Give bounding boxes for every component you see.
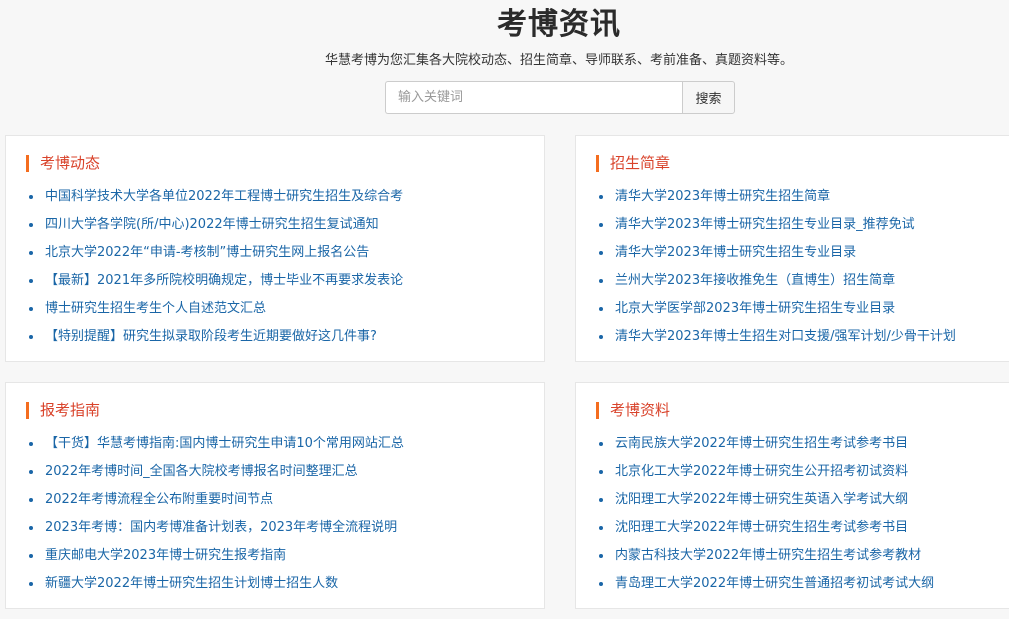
news-link[interactable]: 内蒙古科技大学2022年博士研究生招生考试参考教材 [615,542,921,570]
news-list: 清华大学2023年博士研究生招生简章 清华大学2023年博士研究生招生专业目录_… [599,183,956,351]
bullet-icon [599,554,603,558]
bullet-icon [29,335,33,339]
bullet-icon [29,307,33,311]
bullet-icon [599,526,603,530]
list-item: 博士研究生招生考生个人自述范文汇总 [29,295,403,323]
news-link[interactable]: 重庆邮电大学2023年博士研究生报考指南 [45,542,286,570]
news-link[interactable]: 【特别提醒】研究生拟录取阶段考生近期要做好这几件事? [45,323,377,351]
bullet-icon [599,582,603,586]
list-item: 2023年考博：国内考博准备计划表，2023年考博全流程说明 [29,514,404,542]
list-item: 北京化工大学2022年博士研究生公开招考初试资料 [599,458,934,486]
news-link[interactable]: 清华大学2023年博士研究生招生专业目录_推荐免试 [615,211,915,239]
list-item: 北京大学医学部2023年博士研究生招生专业目录 [599,295,956,323]
search-bar: 搜索 [385,81,735,114]
page-subtitle: 华慧考博为您汇集各大院校动态、招生简章、导师联系、考前准备、真题资料等。 [324,53,793,68]
list-item: 清华大学2023年博士生招生对口支援/强军计划/少骨干计划 [599,323,956,351]
bullet-icon [599,279,603,283]
bullet-icon [29,223,33,227]
list-item: 2022年考博时间_全国各大院校考博报名时间整理汇总 [29,458,404,486]
news-list: 云南民族大学2022年博士研究生招生考试参考书目 北京化工大学2022年博士研究… [599,430,934,598]
bullet-icon [599,223,603,227]
list-item: 兰州大学2023年接收推免生（直博生）招生简章 [599,267,956,295]
news-link[interactable]: 【干货】华慧考博指南:国内博士研究生申请10个常用网站汇总 [45,430,404,458]
bullet-icon [29,470,33,474]
bullet-icon [29,498,33,502]
page: 考博资讯 华慧考博为您汇集各大院校动态、招生简章、导师联系、考前准备、真题资料等… [0,0,1009,619]
bullet-icon [599,307,603,311]
bullet-icon [29,582,33,586]
news-link[interactable]: 清华大学2023年博士生招生对口支援/强军计划/少骨干计划 [615,323,956,351]
list-item: 【特别提醒】研究生拟录取阶段考生近期要做好这几件事? [29,323,403,351]
section-title: 考博资料 [596,402,670,419]
list-item: 【最新】2021年多所院校明确规定，博士毕业不再要求发表论 [29,267,403,295]
bullet-icon [29,195,33,199]
list-item: 【干货】华慧考博指南:国内博士研究生申请10个常用网站汇总 [29,430,404,458]
page-title: 考博资讯 [497,7,621,42]
news-link[interactable]: 中国科学技术大学各单位2022年工程博士研究生招生及综合考 [45,183,403,211]
news-link[interactable]: 新疆大学2022年博士研究生招生计划博士招生人数 [45,570,338,598]
section-card-zhaosheng-jianzhang: 招生简章 清华大学2023年博士研究生招生简章 清华大学2023年博士研究生招生… [575,135,1009,362]
list-item: 清华大学2023年博士研究生招生简章 [599,183,956,211]
news-link[interactable]: 北京化工大学2022年博士研究生公开招考初试资料 [615,458,908,486]
section-title: 考博动态 [26,155,100,172]
list-item: 四川大学各学院(所/中心)2022年博士研究生招生复试通知 [29,211,403,239]
bullet-icon [599,251,603,255]
list-item: 内蒙古科技大学2022年博士研究生招生考试参考教材 [599,542,934,570]
section-card-kaobo-dongtai: 考博动态 中国科学技术大学各单位2022年工程博士研究生招生及综合考 四川大学各… [5,135,545,362]
news-link[interactable]: 博士研究生招生考生个人自述范文汇总 [45,295,266,323]
list-item: 北京大学2022年“申请-考核制”博士研究生网上报名公告 [29,239,403,267]
bullet-icon [29,526,33,530]
bullet-icon [599,470,603,474]
bullet-icon [29,251,33,255]
list-item: 重庆邮电大学2023年博士研究生报考指南 [29,542,404,570]
bullet-icon [599,498,603,502]
list-item: 沈阳理工大学2022年博士研究生英语入学考试大纲 [599,486,934,514]
news-link[interactable]: 清华大学2023年博士研究生招生专业目录 [615,239,856,267]
list-item: 新疆大学2022年博士研究生招生计划博士招生人数 [29,570,404,598]
section-title: 报考指南 [26,402,100,419]
bullet-icon [599,195,603,199]
list-item: 青岛理工大学2022年博士研究生普通招考初试考试大纲 [599,570,934,598]
list-item: 清华大学2023年博士研究生招生专业目录_推荐免试 [599,211,956,239]
news-link[interactable]: 云南民族大学2022年博士研究生招生考试参考书目 [615,430,908,458]
bullet-icon [29,554,33,558]
list-item: 中国科学技术大学各单位2022年工程博士研究生招生及综合考 [29,183,403,211]
list-item: 2022年考博流程全公布附重要时间节点 [29,486,404,514]
news-link[interactable]: 清华大学2023年博士研究生招生简章 [615,183,830,211]
news-list: 【干货】华慧考博指南:国内博士研究生申请10个常用网站汇总 2022年考博时间_… [29,430,404,598]
bullet-icon [29,442,33,446]
news-link[interactable]: 沈阳理工大学2022年博士研究生英语入学考试大纲 [615,486,908,514]
news-link[interactable]: 【最新】2021年多所院校明确规定，博士毕业不再要求发表论 [45,267,403,295]
bullet-icon [599,335,603,339]
bullet-icon [599,442,603,446]
news-link[interactable]: 北京大学医学部2023年博士研究生招生专业目录 [615,295,895,323]
news-link[interactable]: 2022年考博时间_全国各大院校考博报名时间整理汇总 [45,458,358,486]
section-card-baokao-zhinan: 报考指南 【干货】华慧考博指南:国内博士研究生申请10个常用网站汇总 2022年… [5,382,545,609]
list-item: 沈阳理工大学2022年博士研究生招生考试参考书目 [599,514,934,542]
section-title: 招生简章 [596,155,670,172]
news-link[interactable]: 沈阳理工大学2022年博士研究生招生考试参考书目 [615,514,908,542]
list-item: 清华大学2023年博士研究生招生专业目录 [599,239,956,267]
list-item: 云南民族大学2022年博士研究生招生考试参考书目 [599,430,934,458]
news-link[interactable]: 2023年考博：国内考博准备计划表，2023年考博全流程说明 [45,514,397,542]
bullet-icon [29,279,33,283]
news-link[interactable]: 青岛理工大学2022年博士研究生普通招考初试考试大纲 [615,570,934,598]
news-link[interactable]: 兰州大学2023年接收推免生（直博生）招生简章 [615,267,895,295]
news-link[interactable]: 2022年考博流程全公布附重要时间节点 [45,486,273,514]
news-list: 中国科学技术大学各单位2022年工程博士研究生招生及综合考 四川大学各学院(所/… [29,183,403,351]
search-button[interactable]: 搜索 [682,81,735,114]
section-card-kaobo-ziliao: 考博资料 云南民族大学2022年博士研究生招生考试参考书目 北京化工大学2022… [575,382,1009,609]
search-input[interactable] [385,81,682,114]
news-link[interactable]: 北京大学2022年“申请-考核制”博士研究生网上报名公告 [45,239,369,267]
news-link[interactable]: 四川大学各学院(所/中心)2022年博士研究生招生复试通知 [45,211,379,239]
